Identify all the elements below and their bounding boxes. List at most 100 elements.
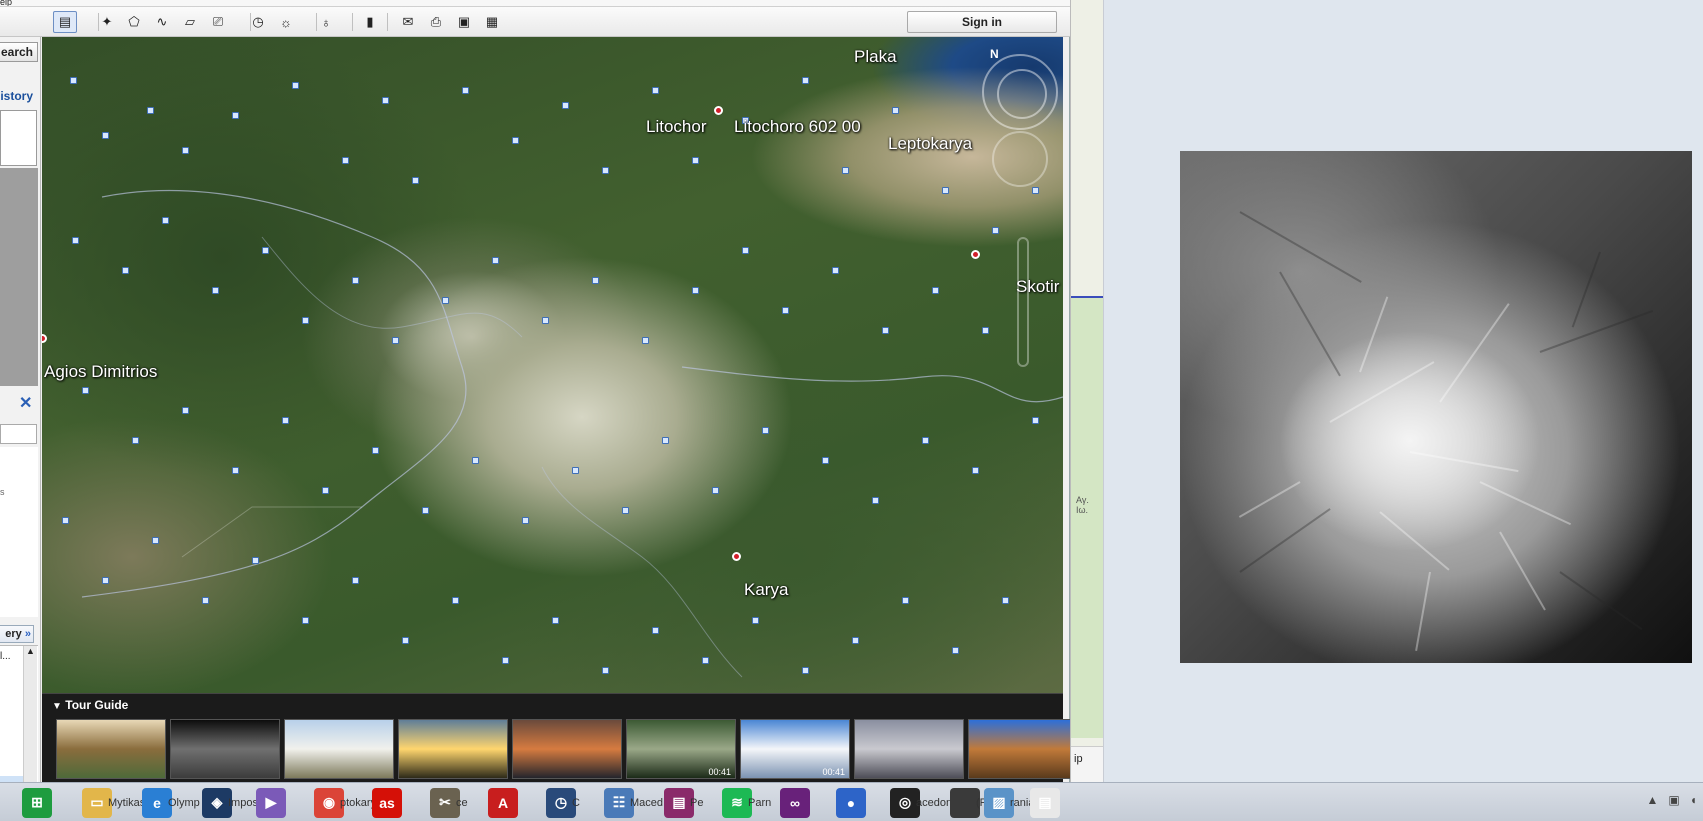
photo-placemark-icon[interactable] [202, 597, 209, 604]
photo-placemark-icon[interactable] [182, 407, 189, 414]
task-macedonia[interactable]: ☷ Maced [604, 786, 663, 819]
tour-thumbnail[interactable] [170, 719, 280, 779]
task-impos[interactable]: ◈ Impos [202, 786, 258, 819]
photo-placemark-icon[interactable] [70, 77, 77, 84]
collapse-chevron-icon[interactable]: ▼ [52, 701, 62, 712]
save-image-button[interactable]: ▣ [452, 11, 476, 33]
task-olympus[interactable]: e Olymp [142, 786, 200, 819]
close-icon[interactable]: ✕ [19, 393, 32, 413]
photo-placemark-icon[interactable] [262, 247, 269, 254]
tour-thumbnail[interactable]: 00:41 [626, 719, 736, 779]
layers-item[interactable]: l... [0, 651, 11, 662]
task-visual-studio[interactable]: ∞ [780, 786, 810, 819]
photo-placemark-icon[interactable] [842, 167, 849, 174]
photo-placemark-icon[interactable] [502, 657, 509, 664]
photo-placemark-icon[interactable] [412, 177, 419, 184]
location-marker[interactable] [971, 250, 980, 259]
task-google-earth[interactable]: ● [836, 786, 866, 819]
photo-placemark-icon[interactable] [102, 132, 109, 139]
task-gimp[interactable]: ✂ ce [430, 786, 468, 819]
photo-placemark-icon[interactable] [952, 647, 959, 654]
place-label-litochor[interactable]: Litochor [646, 117, 706, 137]
add-polygon-button[interactable]: ⬠ [122, 11, 146, 33]
photo-placemark-icon[interactable] [882, 327, 889, 334]
menu-help-fragment[interactable]: elp [0, 0, 12, 6]
place-label-agios-dimitrios[interactable]: Agios Dimitrios [44, 362, 157, 382]
photo-placemark-icon[interactable] [102, 577, 109, 584]
photo-placemark-icon[interactable] [152, 537, 159, 544]
tray-expand-icon[interactable]: ▲ [1647, 793, 1659, 807]
photo-placemark-icon[interactable] [752, 617, 759, 624]
task-spotify[interactable]: ≋ Parn [722, 786, 771, 819]
photo-placemark-icon[interactable] [872, 497, 879, 504]
photo-placemark-icon[interactable] [692, 287, 699, 294]
photo-placemark-icon[interactable] [82, 387, 89, 394]
tour-guide-title[interactable]: ▼ Tour Guide [52, 698, 128, 712]
photo-placemark-icon[interactable] [662, 437, 669, 444]
sign-in-button[interactable]: Sign in [907, 11, 1057, 33]
photo-placemark-icon[interactable] [162, 217, 169, 224]
photo-placemark-icon[interactable] [232, 112, 239, 119]
photo-placemark-icon[interactable] [652, 627, 659, 634]
tour-thumbnail[interactable] [854, 719, 964, 779]
place-label-plaka[interactable]: Plaka [854, 47, 897, 67]
photo-placemark-icon[interactable] [802, 77, 809, 84]
sidebar-toggle-button[interactable]: ▤ [53, 11, 77, 33]
photo-placemark-icon[interactable] [282, 417, 289, 424]
photo-placemark-icon[interactable] [822, 457, 829, 464]
photo-placemark-icon[interactable] [132, 437, 139, 444]
gallery-button[interactable]: ery » [0, 625, 34, 643]
place-label-karya[interactable]: Karya [744, 580, 788, 600]
photo-placemark-icon[interactable] [972, 467, 979, 474]
location-marker[interactable] [714, 106, 723, 115]
photo-placemark-icon[interactable] [512, 137, 519, 144]
photo-placemark-icon[interactable] [622, 507, 629, 514]
photo-placemark-icon[interactable] [832, 267, 839, 274]
photo-placemark-icon[interactable] [492, 257, 499, 264]
photo-placemark-icon[interactable] [922, 437, 929, 444]
add-path-button[interactable]: ∿ [150, 11, 174, 33]
photo-placemark-icon[interactable] [392, 337, 399, 344]
photo-placemark-icon[interactable] [212, 287, 219, 294]
email-button[interactable]: ✉ [396, 11, 420, 33]
photo-placemark-icon[interactable] [992, 227, 999, 234]
photo-placemark-icon[interactable] [942, 187, 949, 194]
photo-placemark-icon[interactable] [462, 87, 469, 94]
tour-thumbnail[interactable]: 00:41 [740, 719, 850, 779]
planets-button[interactable]: ♁ [314, 11, 338, 33]
photo-placemark-icon[interactable] [472, 457, 479, 464]
places-input[interactable] [0, 424, 37, 444]
tour-thumbnail[interactable] [968, 719, 1078, 779]
compass-north-icon[interactable]: N [990, 47, 999, 61]
photo-placemark-icon[interactable] [147, 107, 154, 114]
photo-placemark-icon[interactable] [762, 427, 769, 434]
photo-placemark-icon[interactable] [342, 157, 349, 164]
photo-placemark-icon[interactable] [252, 557, 259, 564]
photo-placemark-icon[interactable] [642, 337, 649, 344]
tour-thumbnail[interactable] [284, 719, 394, 779]
volume-icon[interactable]: ◖ [1690, 793, 1697, 807]
photo-placemark-icon[interactable] [442, 297, 449, 304]
task-notepad[interactable]: ▤ [1030, 786, 1060, 819]
photo-placemark-icon[interactable] [602, 667, 609, 674]
add-image-overlay-button[interactable]: ▱ [178, 11, 202, 33]
photo-placemark-icon[interactable] [402, 637, 409, 644]
place-label-litochoro[interactable]: Litochoro 602 00 [734, 117, 861, 137]
photo-placemark-icon[interactable] [352, 277, 359, 284]
photo-placemark-icon[interactable] [352, 577, 359, 584]
task-mytikas[interactable]: ▭ Mytikas [82, 786, 145, 819]
tour-thumbnail[interactable] [56, 719, 166, 779]
tour-thumbnail[interactable] [398, 719, 508, 779]
photo-placemark-icon[interactable] [422, 507, 429, 514]
look-joystick[interactable] [992, 131, 1048, 187]
task-acrobat[interactable]: A [488, 786, 518, 819]
photo-placemark-icon[interactable] [592, 277, 599, 284]
photo-placemark-icon[interactable] [742, 247, 749, 254]
navigation-compass[interactable] [982, 54, 1058, 130]
photo-placemark-icon[interactable] [932, 287, 939, 294]
maps-button[interactable]: ▦ [480, 11, 504, 33]
task-obs[interactable]: ◎ acedon [890, 786, 952, 819]
layers-scrollbar[interactable]: ▲ [23, 646, 37, 782]
photo-placemark-icon[interactable] [692, 157, 699, 164]
network-icon[interactable]: ▣ [1668, 793, 1679, 807]
